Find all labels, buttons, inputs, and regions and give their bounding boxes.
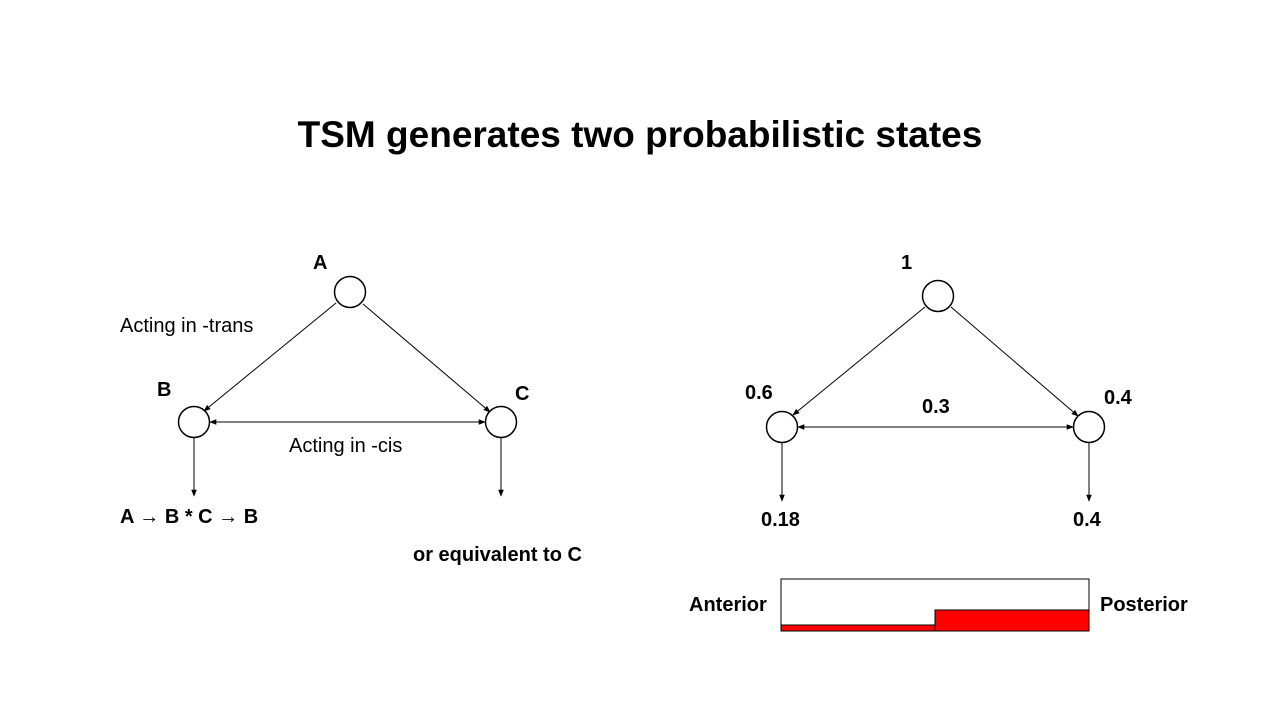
output-left-value: 0.18 — [761, 509, 800, 531]
node-b-label: B — [157, 379, 172, 401]
node-top-value: 1 — [901, 252, 913, 274]
node-top — [921, 279, 955, 313]
posterior-label: Posterior — [1100, 594, 1188, 616]
edge-a-to-c — [362, 303, 491, 413]
posterior-fill — [934, 609, 1090, 632]
node-right — [1072, 410, 1106, 444]
node-b — [177, 405, 211, 439]
node-left — [765, 410, 799, 444]
edge-value: 0.3 — [922, 396, 950, 418]
left-network — [177, 275, 518, 497]
anterior-fill — [780, 624, 936, 632]
right-network — [765, 279, 1106, 502]
diagram-canvas — [177, 275, 1106, 632]
trans-label: Acting in -trans — [120, 315, 254, 337]
node-left-value: 0.6 — [745, 382, 773, 404]
cis-label: Acting in -cis — [289, 435, 403, 457]
node-a — [333, 275, 367, 309]
equivalent-label: or equivalent to C — [413, 544, 582, 566]
output-right-value: 0.4 — [1073, 509, 1101, 531]
gradient-bar — [780, 578, 1090, 632]
node-right-value: 0.4 — [1104, 387, 1132, 409]
edge-top-to-left — [792, 306, 926, 416]
edge-top-to-right — [950, 306, 1079, 417]
slide: TSM generates two probabilistic states A… — [0, 0, 1280, 720]
node-c — [484, 405, 518, 439]
node-c-label: C — [515, 383, 530, 405]
formula-label: A → B * C → B — [120, 506, 259, 528]
node-a-label: A — [313, 252, 328, 274]
anterior-label: Anterior — [689, 594, 767, 616]
